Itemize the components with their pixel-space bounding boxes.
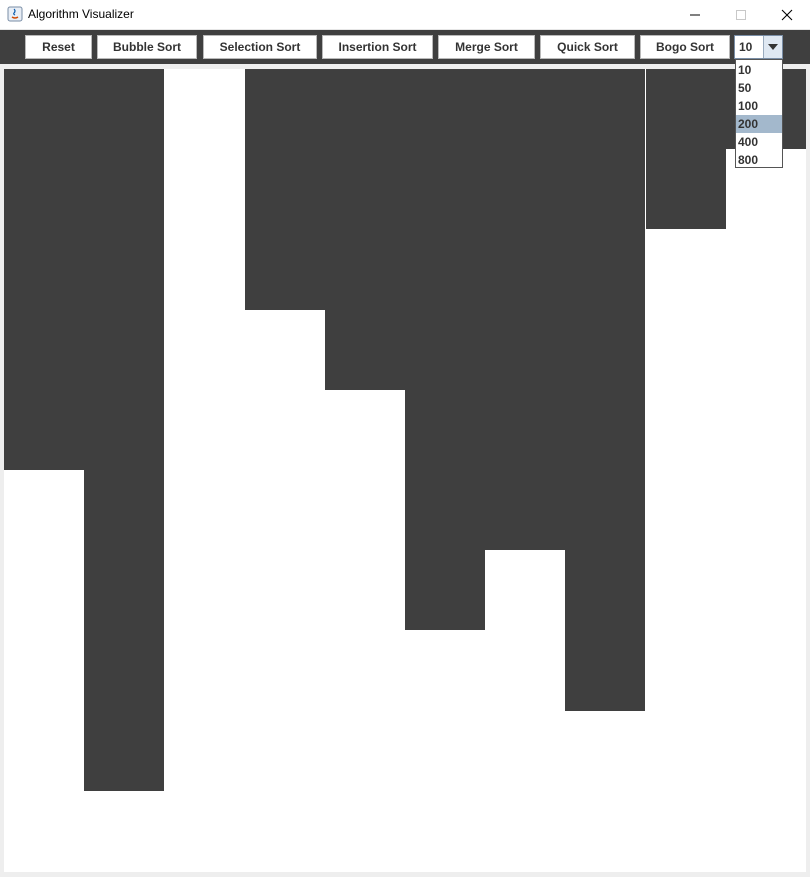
visualizer-frame (0, 64, 810, 877)
bar-5 (405, 69, 485, 630)
array-size-value: 10 (739, 40, 753, 54)
close-icon (781, 9, 793, 20)
dropdown-arrow-button[interactable] (763, 36, 782, 58)
insertion-sort-button[interactable]: Insertion Sort (322, 35, 433, 59)
bar-6 (485, 69, 565, 550)
bars-canvas (4, 69, 806, 872)
selection-sort-button[interactable]: Selection Sort (203, 35, 317, 59)
size-option-800[interactable]: 800 (736, 151, 782, 169)
toolbar: Reset Bubble Sort Selection Sort Inserti… (0, 30, 810, 64)
bar-7 (565, 69, 645, 711)
bar-0 (4, 69, 84, 470)
size-option-50[interactable]: 50 (736, 79, 782, 97)
bogo-sort-button[interactable]: Bogo Sort (640, 35, 730, 59)
maximize-icon (736, 9, 746, 20)
bar-1 (84, 69, 164, 791)
close-button[interactable] (764, 0, 810, 29)
bubble-sort-button[interactable]: Bubble Sort (97, 35, 197, 59)
maximize-button[interactable] (718, 0, 764, 29)
bar-3 (245, 69, 325, 310)
size-option-400[interactable]: 400 (736, 133, 782, 151)
quick-sort-button[interactable]: Quick Sort (540, 35, 635, 59)
array-size-select[interactable]: 10 (734, 35, 783, 59)
title-bar: Algorithm Visualizer (0, 0, 810, 30)
size-option-10[interactable]: 10 (736, 61, 782, 79)
minimize-button[interactable] (672, 0, 718, 29)
size-option-100[interactable]: 100 (736, 97, 782, 115)
array-size-dropdown-list[interactable]: 10 50 100 200 400 800 (735, 59, 783, 168)
bar-4 (325, 69, 405, 390)
merge-sort-button[interactable]: Merge Sort (438, 35, 535, 59)
java-app-icon (7, 6, 23, 22)
size-option-200[interactable]: 200 (736, 115, 782, 133)
chevron-down-icon (768, 44, 778, 50)
window-title: Algorithm Visualizer (28, 7, 134, 21)
minimize-icon (690, 14, 700, 15)
reset-button[interactable]: Reset (25, 35, 92, 59)
bar-8 (646, 69, 726, 229)
